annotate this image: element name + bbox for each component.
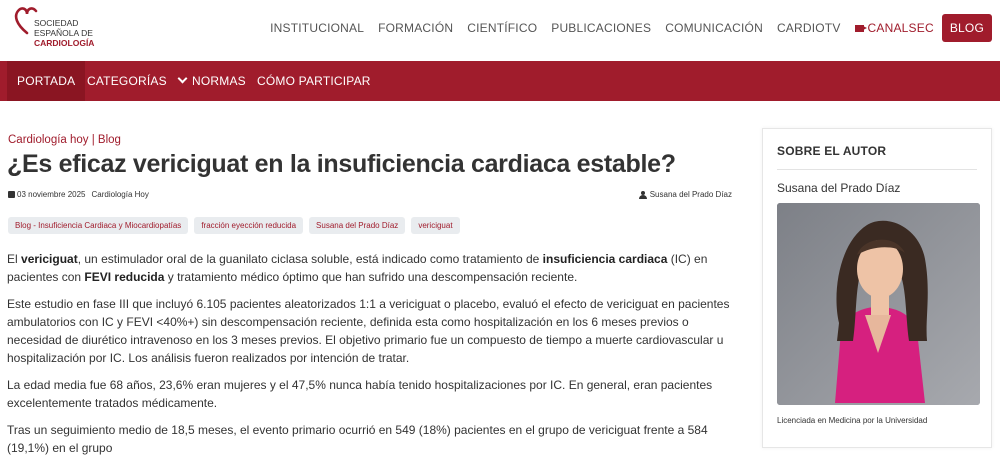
- user-icon: [638, 190, 647, 199]
- nav-publicaciones[interactable]: PUBLICACIONES: [551, 14, 651, 42]
- bold-term: FEVI reducida: [84, 270, 165, 284]
- calendar-icon: [8, 191, 15, 198]
- blog-subnav: PORTADA CATEGORÍAS NORMAS CÓMO PARTICIPA…: [0, 61, 1000, 101]
- sec-logo[interactable]: SOCIEDAD ESPAÑOLA DE CARDIOLOGÍA: [14, 6, 114, 52]
- logo-text-line1: SOCIEDAD: [34, 18, 79, 28]
- bold-term: insuficiencia cardiaca: [542, 252, 668, 266]
- nav-canalsec-label: CANALSEC: [867, 21, 934, 35]
- top-navigation: INSTITUCIONAL FORMACIÓN CIENTÍFICO PUBLI…: [256, 14, 992, 42]
- nav-comunicacion[interactable]: COMUNICACIÓN: [665, 14, 763, 42]
- tag-list: Blog - Insuficiencia Cardiaca y Miocardi…: [8, 217, 466, 234]
- tag-item[interactable]: Blog - Insuficiencia Cardiaca y Miocardi…: [8, 217, 189, 234]
- subnav-categorias[interactable]: CATEGORÍAS: [87, 61, 188, 101]
- article-category[interactable]: Cardiología Hoy: [92, 190, 149, 199]
- text-run: y tratamiento médico óptimo que han sufr…: [164, 270, 578, 284]
- author-photo: [777, 203, 980, 405]
- article-paragraph-2: Este estudio en fase III que incluyó 6.1…: [7, 297, 730, 365]
- article-paragraph-1: El vericiguat, un estimulador oral de la…: [7, 250, 737, 286]
- author-sidebar: SOBRE EL AUTOR Susana del Prado Díaz Lic…: [762, 128, 992, 448]
- tag-item[interactable]: fracción eyección reducida: [194, 217, 304, 234]
- subnav-normas[interactable]: NORMAS: [192, 61, 246, 101]
- article-paragraph-3: La edad media fue 68 años, 23,6% eran mu…: [7, 378, 713, 410]
- nav-cardiotv[interactable]: CARDIOTV: [777, 14, 841, 42]
- subnav-portada[interactable]: PORTADA: [7, 61, 86, 101]
- article-body: El vericiguat, un estimulador oral de la…: [7, 250, 737, 466]
- subnav-categorias-label: CATEGORÍAS: [87, 74, 167, 88]
- bold-term: vericiguat: [21, 252, 78, 266]
- divider: [777, 169, 977, 170]
- chevron-down-icon: [177, 73, 188, 84]
- camera-icon: [854, 24, 867, 32]
- author-bio: Licenciada en Medicina por la Universida…: [777, 416, 928, 425]
- sidebar-heading: SOBRE EL AUTOR: [777, 144, 887, 158]
- logo-text-line3: CARDIOLOGÍA: [34, 38, 95, 48]
- article-paragraph-4: Tras un seguimiento medio de 18,5 meses,…: [7, 423, 708, 455]
- nav-blog-button[interactable]: BLOG: [941, 14, 992, 42]
- article-meta: 03 noviembre 2025 Cardiología Hoy: [8, 190, 149, 199]
- author-name: Susana del Prado Díaz: [777, 181, 901, 195]
- subnav-como-participar[interactable]: CÓMO PARTICIPAR: [257, 61, 371, 101]
- nav-canalsec[interactable]: CANALSEC: [854, 14, 934, 42]
- article-date: 03 noviembre 2025: [17, 190, 86, 199]
- text-run: El: [7, 252, 22, 266]
- nav-formacion[interactable]: FORMACIÓN: [378, 14, 453, 42]
- article-author[interactable]: Susana del Prado Díaz: [650, 190, 732, 199]
- tag-item[interactable]: vericiguat: [411, 217, 460, 234]
- site-header: SOCIEDAD ESPAÑOLA DE CARDIOLOGÍA INSTITU…: [0, 0, 1000, 60]
- article-author-meta: Susana del Prado Díaz: [638, 190, 732, 199]
- nav-institucional[interactable]: INSTITUCIONAL: [270, 14, 364, 42]
- article-title: ¿Es eficaz vericiguat en la insuficienci…: [7, 150, 676, 178]
- breadcrumb[interactable]: Cardiología hoy | Blog: [8, 134, 121, 146]
- nav-cientifico[interactable]: CIENTÍFICO: [467, 14, 537, 42]
- tag-item[interactable]: Susana del Prado Díaz: [309, 217, 406, 234]
- logo-text-line2: ESPAÑOLA DE: [34, 28, 93, 38]
- text-run: , un estimulador oral de la guanilato ci…: [77, 252, 543, 266]
